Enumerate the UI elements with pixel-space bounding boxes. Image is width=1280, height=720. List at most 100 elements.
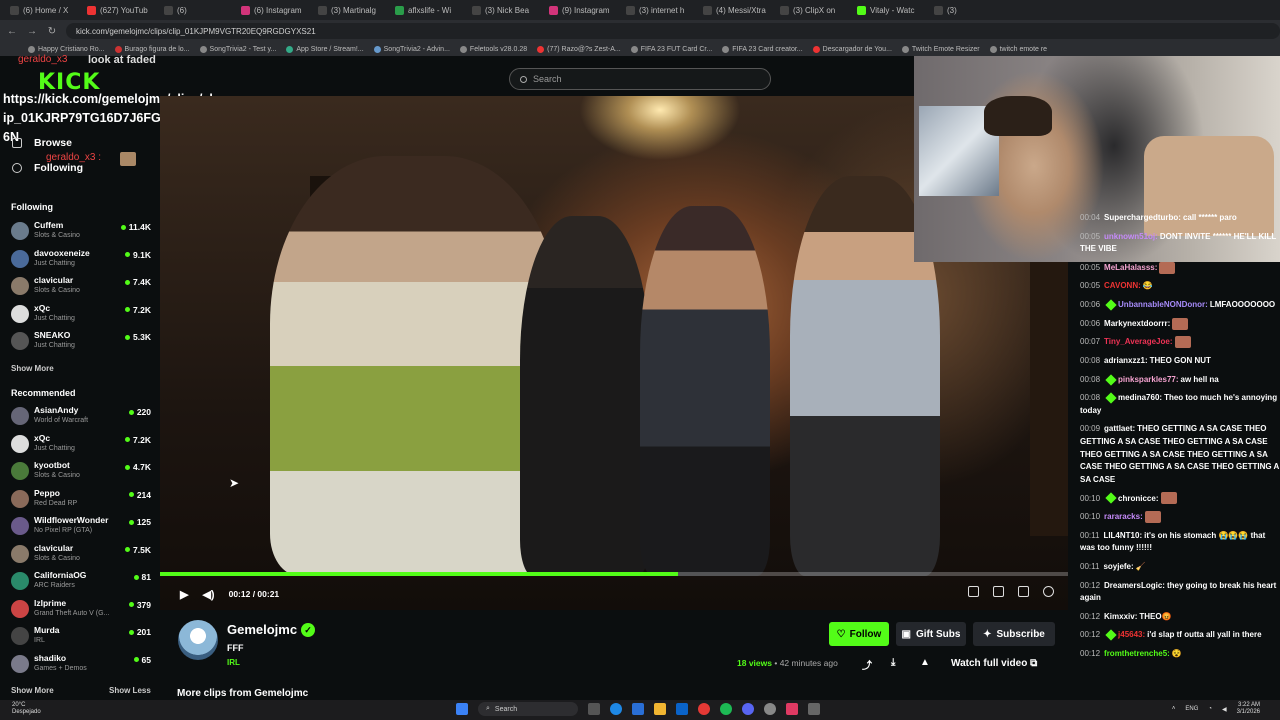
fullscreen-icon[interactable]	[1018, 586, 1029, 597]
chat-username[interactable]: adrianxzz1:	[1104, 356, 1148, 365]
browser-tab[interactable]: (6)	[158, 2, 233, 18]
sidebar-channel[interactable]: WildflowerWonder No Pixel RP (GTA) 125	[11, 515, 151, 539]
back-icon[interactable]: ←	[6, 26, 18, 37]
bookmark-item[interactable]: twitch emote re	[989, 45, 1047, 53]
browser-tab[interactable]: (9) Instagram	[543, 2, 618, 18]
chat-username[interactable]: UnbannableNONDonor:	[1118, 300, 1208, 309]
url-input[interactable]: kick.com/gemelojmc/clips/clip_01KJPM9VGT…	[66, 23, 1280, 39]
volume-tray-icon[interactable]: ◀	[1222, 706, 1227, 713]
sidebar-channel[interactable]: lzIprime Grand Theft Auto V (G... 379	[11, 598, 151, 622]
app-icon[interactable]	[808, 703, 820, 715]
spotify-icon[interactable]	[720, 703, 732, 715]
bookmark-item[interactable]: Happy Cristiano Ro...	[28, 45, 105, 53]
chat-username[interactable]: rararacks:	[1104, 512, 1143, 521]
browser-tab[interactable]: (4) Messi/Xtra	[697, 2, 772, 18]
discord-icon[interactable]	[742, 703, 754, 715]
bookmark-item[interactable]: SongTrivia2 - Test y...	[199, 45, 276, 53]
sidebar-channel[interactable]: SNEAKO Just Chatting 5.3K	[11, 330, 151, 354]
browser-tab[interactable]: (3)	[928, 2, 1003, 18]
chat-username[interactable]: pinksparkles77:	[1118, 375, 1178, 384]
chat-username[interactable]: Markynextdoorrr:	[1104, 319, 1170, 328]
obs-icon[interactable]	[764, 703, 776, 715]
browser-tab[interactable]: (6) Instagram	[235, 2, 310, 18]
forward-icon[interactable]: →	[26, 26, 38, 37]
sidebar-channel[interactable]: Peppo Red Dead RP 214	[11, 488, 151, 512]
chat-username[interactable]: Kimxxiv:	[1104, 612, 1137, 621]
pip-icon[interactable]	[968, 586, 979, 597]
clock[interactable]: 3:22 AM 3/1/2026	[1237, 702, 1260, 716]
follow-button[interactable]: ♡ Follow	[829, 622, 889, 646]
gift-subs-button[interactable]: ▣ Gift Subs	[896, 622, 966, 646]
browser-tab[interactable]: (627) YouTub	[81, 2, 156, 18]
bookmark-item[interactable]: App Store / Stream!...	[286, 45, 364, 53]
chat-username[interactable]: medina760:	[1118, 393, 1162, 402]
chat-username[interactable]: DreamersLogic:	[1104, 581, 1165, 590]
chat-username[interactable]: fromthetrenche5:	[1104, 649, 1170, 658]
chat-username[interactable]: soyjefe:	[1103, 562, 1133, 571]
bookmark-item[interactable]: FIFA 23 FUT Card Cr...	[630, 45, 712, 53]
weather-widget[interactable]: 20°C Despejado	[12, 702, 41, 716]
recommended-show-less[interactable]: Show Less	[109, 686, 151, 695]
nav-browse[interactable]: Browse	[12, 137, 72, 149]
browser-tab[interactable]: (3) Nick Bea	[466, 2, 541, 18]
recommended-show-more[interactable]: Show More	[11, 686, 54, 695]
mail-icon[interactable]	[676, 703, 688, 715]
sidebar-channel[interactable]: shadiko Games + Demos 65	[11, 653, 151, 677]
store-icon[interactable]	[632, 703, 644, 715]
bookmark-item[interactable]: Descargador de You...	[812, 45, 892, 53]
following-show-more[interactable]: Show More	[11, 364, 54, 373]
chrome-icon[interactable]	[698, 703, 710, 715]
sidebar-channel[interactable]: CaliforniaOG ARC Raiders 81	[11, 570, 151, 594]
download-icon[interactable]: ⤓	[891, 657, 895, 668]
bookmark-item[interactable]: (77) Razo@?s Zest-A...	[537, 45, 621, 53]
chat-username[interactable]: gattlaet:	[1104, 424, 1135, 433]
share-icon[interactable]: ⤴	[862, 657, 872, 672]
nav-following[interactable]: Following	[12, 162, 83, 174]
chat-username[interactable]: Tiny_AverageJoe:	[1104, 337, 1172, 346]
bookmark-item[interactable]: FIFA 23 Card creator...	[722, 45, 803, 53]
bookmark-item[interactable]: Feletools v28.0.28	[459, 45, 527, 53]
browser-tab[interactable]: aflxslife - Wi	[389, 2, 464, 18]
chat-username[interactable]: j45643:	[1118, 630, 1145, 639]
windows-start-icon[interactable]	[456, 703, 468, 715]
play-icon[interactable]: ▶	[180, 588, 188, 601]
reload-icon[interactable]: ↻	[46, 26, 58, 37]
chat-username[interactable]: unknown51oj:	[1104, 232, 1158, 241]
bookmark-item[interactable]: SongTrivia2 - Advin...	[373, 45, 450, 53]
wifi-icon[interactable]: ◔	[1208, 706, 1212, 712]
edge-icon[interactable]	[610, 703, 622, 715]
task-view-icon[interactable]	[588, 703, 600, 715]
sidebar-channel[interactable]: clavicular Slots & Casino 7.5K	[11, 543, 151, 567]
sidebar-channel[interactable]: clavicular Slots & Casino 7.4K	[11, 275, 151, 299]
sidebar-channel[interactable]: kyootbot Slots & Casino 4.7K	[11, 460, 151, 484]
chat-username[interactable]: LIL4NT10:	[1103, 531, 1142, 540]
browser-tab[interactable]: (6) Home / X	[4, 2, 79, 18]
bookmark-item[interactable]: Burago figura de lo...	[114, 45, 190, 53]
watch-full-video-link[interactable]: Watch full video ⧉	[951, 658, 1037, 669]
sidebar-channel[interactable]: xQc Just Chatting 7.2K	[11, 303, 151, 327]
sidebar-channel[interactable]: AsianAndy World of Warcraft 220	[11, 405, 151, 429]
language-indicator[interactable]: ENG	[1185, 706, 1198, 712]
browser-tab[interactable]: (3) internet h	[620, 2, 695, 18]
browser-tab[interactable]: (3) Martinalg	[312, 2, 387, 18]
channel-category[interactable]: IRL	[227, 658, 240, 667]
bookmark-item[interactable]: Twitch Emote Resizer	[901, 45, 980, 53]
sidebar-channel[interactable]: Cuffem Slots & Casino 11.4K	[11, 220, 151, 244]
subscribe-button[interactable]: ✦ Subscribe	[973, 622, 1055, 646]
browser-tab[interactable]: (3) ClipX on	[774, 2, 849, 18]
chat-username[interactable]: CAVONN:	[1104, 281, 1141, 290]
report-icon[interactable]: ▲	[920, 657, 930, 668]
channel-name[interactable]: Gemelojmc	[227, 622, 297, 637]
browser-tab[interactable]: Vitaly - Watc	[851, 2, 926, 18]
sidebar-channel[interactable]: Murda IRL 201	[11, 625, 151, 649]
search-input[interactable]: Search	[509, 68, 771, 90]
chat-username[interactable]: Superchargedturbo:	[1104, 213, 1181, 222]
taskbar-search[interactable]: ⌕ Search	[478, 702, 578, 716]
theater-icon[interactable]	[993, 586, 1004, 597]
sidebar-channel[interactable]: xQc Just Chatting 7.2K	[11, 433, 151, 457]
sidebar-channel[interactable]: davooxeneize Just Chatting 9.1K	[11, 248, 151, 272]
volume-icon[interactable]: ◀)	[202, 588, 214, 601]
settings-icon[interactable]	[1043, 586, 1054, 597]
video-progress-bar[interactable]	[160, 572, 1068, 576]
channel-avatar[interactable]	[178, 620, 218, 660]
